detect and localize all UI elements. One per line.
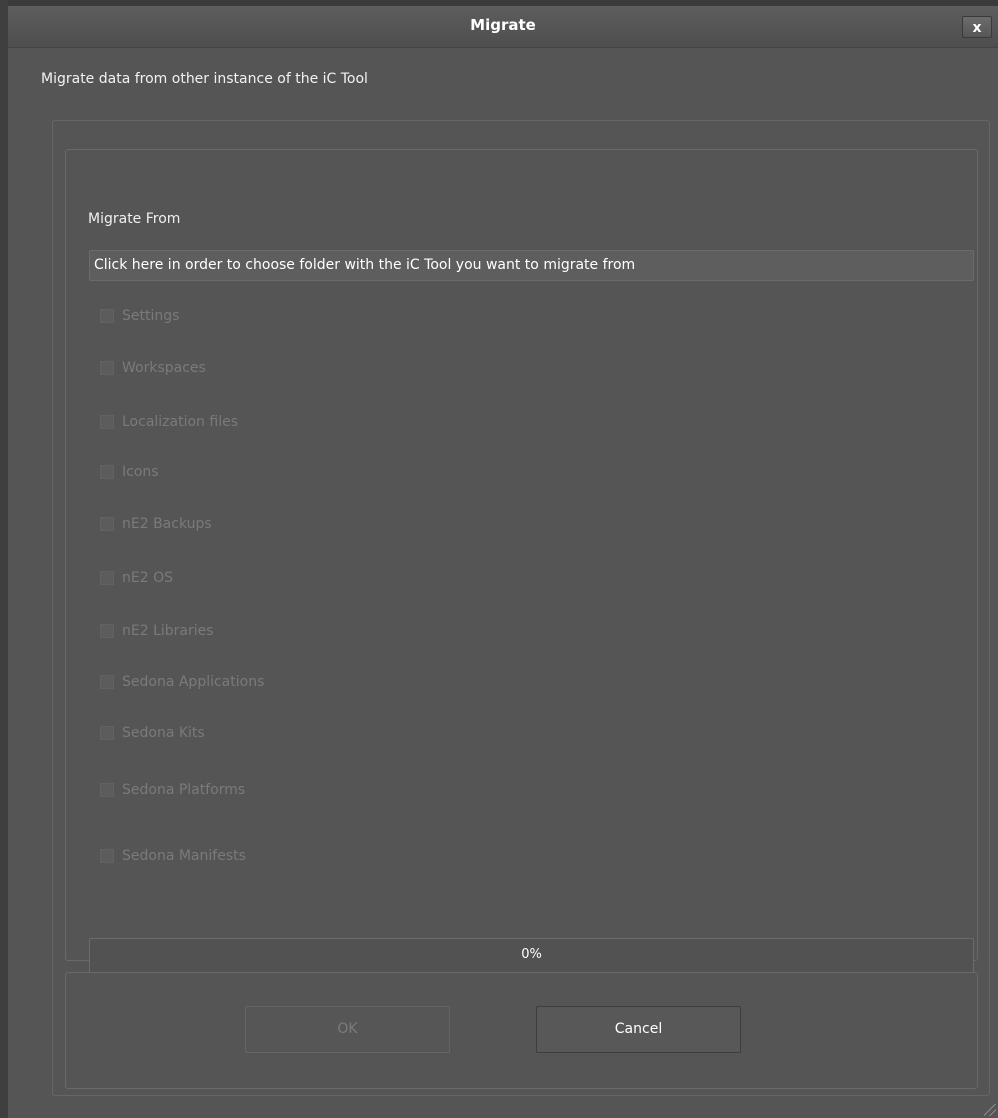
checkbox[interactable] [100, 624, 114, 638]
resize-grip-icon[interactable] [984, 1104, 996, 1116]
checkbox[interactable] [100, 517, 114, 531]
checkbox[interactable] [100, 465, 114, 479]
checkbox[interactable] [100, 415, 114, 429]
title-bar[interactable]: Migrate x [8, 0, 998, 48]
option-localization-files[interactable]: Localization files [100, 411, 238, 433]
dialog-title: Migrate [470, 16, 536, 34]
option-ne2-os[interactable]: nE2 OS [100, 567, 173, 589]
option-label: nE2 OS [122, 570, 173, 586]
option-label: Workspaces [122, 360, 206, 376]
option-sedona-manifests[interactable]: Sedona Manifests [100, 845, 246, 867]
checkbox[interactable] [100, 309, 114, 323]
option-sedona-applications[interactable]: Sedona Applications [100, 671, 264, 693]
close-button[interactable]: x [962, 16, 992, 38]
option-sedona-kits[interactable]: Sedona Kits [100, 722, 205, 744]
option-label: Sedona Platforms [122, 782, 246, 798]
option-sedona-platforms[interactable]: Sedona Platforms [100, 779, 245, 801]
option-ne2-libraries[interactable]: nE2 Libraries [100, 620, 214, 642]
option-settings[interactable]: Settings [100, 305, 179, 327]
migrate-dialog: Migrate x Migrate data from other instan… [0, 0, 998, 1118]
option-label: Icons [122, 464, 159, 480]
migrate-options-panel: Migrate From Click here in order to choo… [65, 149, 978, 973]
dialog-description: Migrate data from other instance of the … [41, 71, 368, 87]
migrate-panel: Migrate From Click here in order to choo… [52, 120, 990, 1096]
option-label: Settings [122, 308, 180, 324]
migrate-from-label: Migrate From [88, 211, 181, 227]
button-panel: OK Cancel [65, 972, 978, 1089]
checkbox[interactable] [100, 726, 114, 740]
source-folder-field[interactable]: Click here in order to choose folder wit… [89, 250, 974, 281]
ok-button[interactable]: OK [245, 1006, 450, 1053]
migration-progress-bar: 0% [89, 938, 974, 973]
option-label: Sedona Kits [122, 725, 205, 741]
option-label: Localization files [122, 414, 238, 430]
option-label: Sedona Manifests [122, 848, 246, 864]
checkbox[interactable] [100, 783, 114, 797]
option-label: nE2 Libraries [122, 623, 214, 639]
option-label: nE2 Backups [122, 516, 212, 532]
option-ne2-backups[interactable]: nE2 Backups [100, 513, 212, 535]
option-workspaces[interactable]: Workspaces [100, 357, 206, 379]
checkbox[interactable] [100, 849, 114, 863]
option-icons[interactable]: Icons [100, 461, 159, 483]
cancel-button[interactable]: Cancel [536, 1006, 741, 1053]
checkbox[interactable] [100, 361, 114, 375]
checkbox[interactable] [100, 571, 114, 585]
option-label: Sedona Applications [122, 674, 265, 690]
progress-text: 0% [521, 947, 542, 962]
checkbox[interactable] [100, 675, 114, 689]
